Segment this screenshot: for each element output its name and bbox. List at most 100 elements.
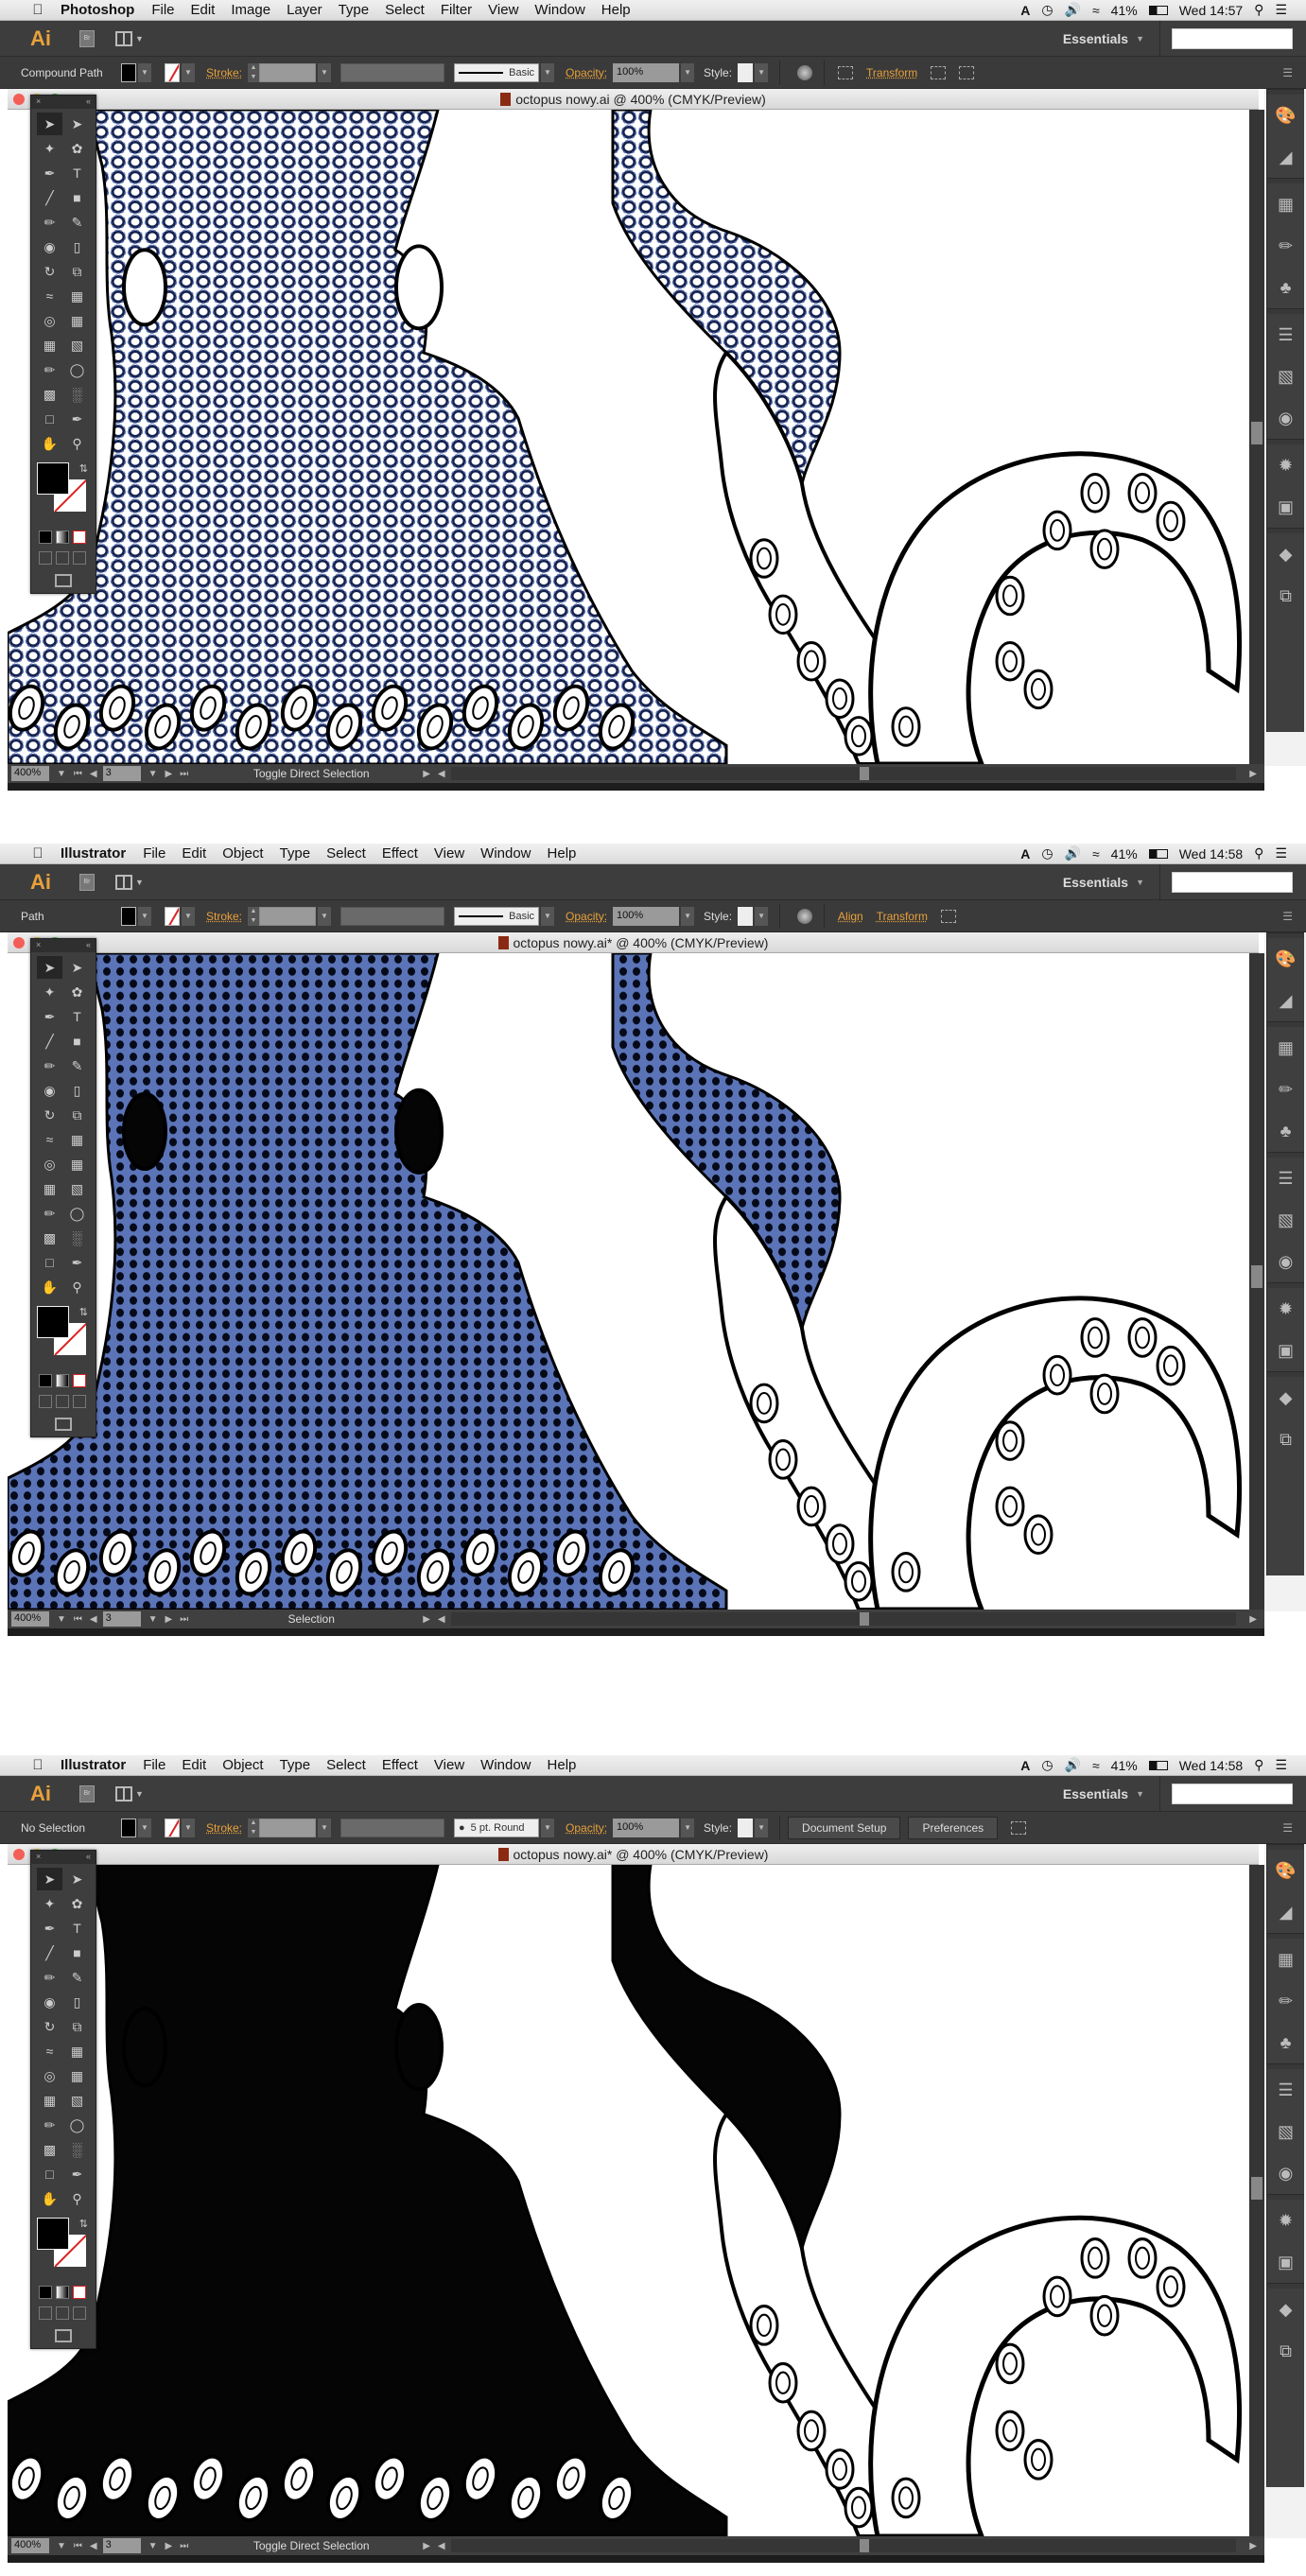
color-icon[interactable]: 🎨 bbox=[1267, 938, 1304, 980]
apple-menu-icon[interactable]:  bbox=[28, 1757, 47, 1773]
stroke-icon[interactable]: ☰ bbox=[1267, 2069, 1304, 2111]
scroll-left-button[interactable]: ◀ bbox=[438, 769, 445, 779]
panel-menu-icon[interactable]: ☰ bbox=[1282, 1821, 1293, 1835]
brush-definition[interactable]: Basic bbox=[454, 906, 540, 926]
slice-tool-icon[interactable]: ✒ bbox=[64, 408, 90, 430]
stroke-icon[interactable]: ☰ bbox=[1267, 314, 1304, 356]
menu-type[interactable]: Type bbox=[280, 1757, 311, 1773]
menu-select[interactable]: Select bbox=[385, 2, 425, 18]
stroke-label[interactable]: Stroke: bbox=[206, 910, 242, 923]
zoom-dropdown-icon[interactable]: ▼ bbox=[57, 769, 66, 779]
scroll-thumb[interactable] bbox=[1251, 2177, 1262, 2200]
lasso-tool-icon[interactable]: ✿ bbox=[64, 1892, 90, 1915]
color-guide-icon[interactable]: ◢ bbox=[1267, 136, 1304, 178]
magic-wand-tool-icon[interactable]: ✦ bbox=[37, 1892, 62, 1915]
scroll-left-button[interactable]: ◀ bbox=[438, 2541, 445, 2551]
perspective-grid-tool-icon[interactable]: ▦ bbox=[64, 1153, 90, 1175]
last-artboard-button[interactable]: ⏭ bbox=[180, 769, 188, 779]
appearance-icon[interactable]: ✹ bbox=[1267, 1288, 1304, 1330]
gradient-icon[interactable]: ▧ bbox=[1267, 1199, 1304, 1241]
chevron-down-icon[interactable]: ▼ bbox=[135, 1789, 144, 1799]
brushes-icon[interactable]: ✏ bbox=[1267, 1069, 1304, 1110]
stroke-color-swatch[interactable] bbox=[165, 906, 180, 926]
rectangle-tool-icon[interactable]: ■ bbox=[64, 1941, 90, 1964]
recolor-artwork-icon[interactable] bbox=[797, 908, 813, 924]
graphic-styles-icon[interactable]: ▣ bbox=[1267, 1330, 1304, 1371]
menu-edit[interactable]: Edit bbox=[182, 1757, 206, 1773]
blend-tool-icon[interactable]: ◯ bbox=[64, 1202, 90, 1225]
lasso-tool-icon[interactable]: ✿ bbox=[64, 981, 90, 1003]
color-mode-button[interactable] bbox=[39, 2286, 52, 2299]
menu-type[interactable]: Type bbox=[280, 845, 311, 862]
zoom-level-field[interactable]: 400% bbox=[11, 2538, 49, 2553]
line-tool-icon[interactable]: ╱ bbox=[37, 1941, 62, 1964]
zoom-level-field[interactable]: 400% bbox=[11, 1611, 49, 1627]
chevron-down-icon[interactable]: ▼ bbox=[182, 906, 195, 926]
zoom-level-field[interactable]: 400% bbox=[11, 766, 49, 781]
opacity-field[interactable]: 100% bbox=[613, 1818, 680, 1837]
draw-inside-button[interactable] bbox=[73, 551, 86, 565]
menu-layer[interactable]: Layer bbox=[287, 2, 322, 18]
brush-definition[interactable]: Basic bbox=[454, 62, 540, 82]
menu-file[interactable]: File bbox=[151, 2, 174, 18]
perspective-grid-tool-icon[interactable]: ▦ bbox=[64, 2064, 90, 2087]
zoom-dropdown-icon[interactable]: ▼ bbox=[57, 1614, 66, 1625]
battery-icon[interactable] bbox=[1148, 5, 1168, 15]
opacity-label[interactable]: Opacity: bbox=[566, 1821, 607, 1835]
status-menu-arrow[interactable]: ▶ bbox=[423, 769, 430, 779]
notification-center-icon[interactable]: ☰ bbox=[1275, 1757, 1287, 1773]
rotate-tool-icon[interactable]: ↻ bbox=[37, 1104, 62, 1126]
free-transform-tool-icon[interactable]: ▦ bbox=[64, 285, 90, 307]
stroke-icon[interactable]: ☰ bbox=[1267, 1157, 1304, 1199]
draw-normal-button[interactable] bbox=[39, 2306, 52, 2320]
tentacle-right[interactable] bbox=[868, 2215, 1242, 2536]
notification-center-icon[interactable]: ☰ bbox=[1275, 845, 1287, 862]
scroll-thumb[interactable] bbox=[1251, 422, 1262, 444]
pen-tool-icon[interactable]: ✒ bbox=[37, 162, 62, 184]
direct-selection-tool-icon[interactable]: ➤ bbox=[64, 956, 90, 979]
hand-tool-icon[interactable]: ✋ bbox=[37, 432, 62, 455]
opacity-field[interactable]: 100% bbox=[613, 62, 680, 82]
mesh-tool-icon[interactable]: ▦ bbox=[37, 334, 62, 357]
close-icon[interactable]: × bbox=[36, 1852, 41, 1863]
symbols-icon[interactable]: ♣ bbox=[1267, 2022, 1304, 2063]
chevron-down-icon[interactable]: ▼ bbox=[755, 906, 769, 926]
spotlight-search-icon[interactable]: ⚲ bbox=[1254, 1757, 1263, 1773]
octopus-artwork[interactable] bbox=[8, 1865, 1249, 2536]
notification-center-icon[interactable]: ☰ bbox=[1275, 2, 1287, 18]
clock-icon[interactable]: ◷ bbox=[1041, 845, 1053, 862]
arrange-documents-icon[interactable] bbox=[115, 1785, 132, 1801]
artboard-dropdown-icon[interactable]: ▼ bbox=[148, 1614, 158, 1625]
graphic-style-swatch[interactable] bbox=[738, 62, 754, 82]
opacity-field[interactable]: 100% bbox=[613, 906, 680, 926]
draw-normal-button[interactable] bbox=[39, 1395, 52, 1408]
select-similar-icon[interactable] bbox=[1011, 1820, 1027, 1835]
close-icon[interactable]: × bbox=[36, 96, 41, 108]
rectangle-tool-icon[interactable]: ■ bbox=[64, 1030, 90, 1053]
stroke-weight-field[interactable] bbox=[259, 1818, 317, 1837]
symbol-sprayer-tool-icon[interactable]: ▩ bbox=[37, 383, 62, 406]
status-menu-arrow[interactable]: ▶ bbox=[423, 1614, 430, 1625]
menu-type[interactable]: Type bbox=[339, 2, 370, 18]
tentacle-right[interactable] bbox=[868, 451, 1242, 764]
clock-text[interactable]: Wed 14:58 bbox=[1179, 1758, 1243, 1773]
chevron-down-icon[interactable]: ▼ bbox=[135, 34, 144, 44]
chevron-down-icon[interactable]: ▼ bbox=[541, 906, 555, 926]
blob-brush-tool-icon[interactable]: ◉ bbox=[37, 235, 62, 258]
layers-icon[interactable]: ◆ bbox=[1267, 1377, 1304, 1419]
blob-brush-tool-icon[interactable]: ◉ bbox=[37, 1079, 62, 1102]
selection-tool-icon[interactable]: ➤ bbox=[37, 113, 62, 135]
arrange-documents-icon[interactable] bbox=[115, 874, 132, 890]
stroke-weight-stepper[interactable]: ▲ ▼ bbox=[248, 62, 260, 82]
screen-mode-icon[interactable] bbox=[55, 1418, 72, 1431]
graphic-styles-icon[interactable]: ▣ bbox=[1267, 486, 1304, 528]
rectangle-tool-icon[interactable]: ■ bbox=[64, 186, 90, 209]
help-search-input[interactable] bbox=[1172, 1783, 1293, 1804]
transparency-icon[interactable]: ◉ bbox=[1267, 397, 1304, 439]
bridge-button[interactable]: Br bbox=[79, 1784, 95, 1802]
color-icon[interactable]: 🎨 bbox=[1267, 1850, 1304, 1891]
stroke-color-swatch[interactable] bbox=[165, 1818, 180, 1837]
fill-swatch[interactable] bbox=[37, 462, 69, 495]
clock-text[interactable]: Wed 14:57 bbox=[1179, 3, 1243, 18]
apple-menu-icon[interactable]:  bbox=[28, 2, 47, 18]
